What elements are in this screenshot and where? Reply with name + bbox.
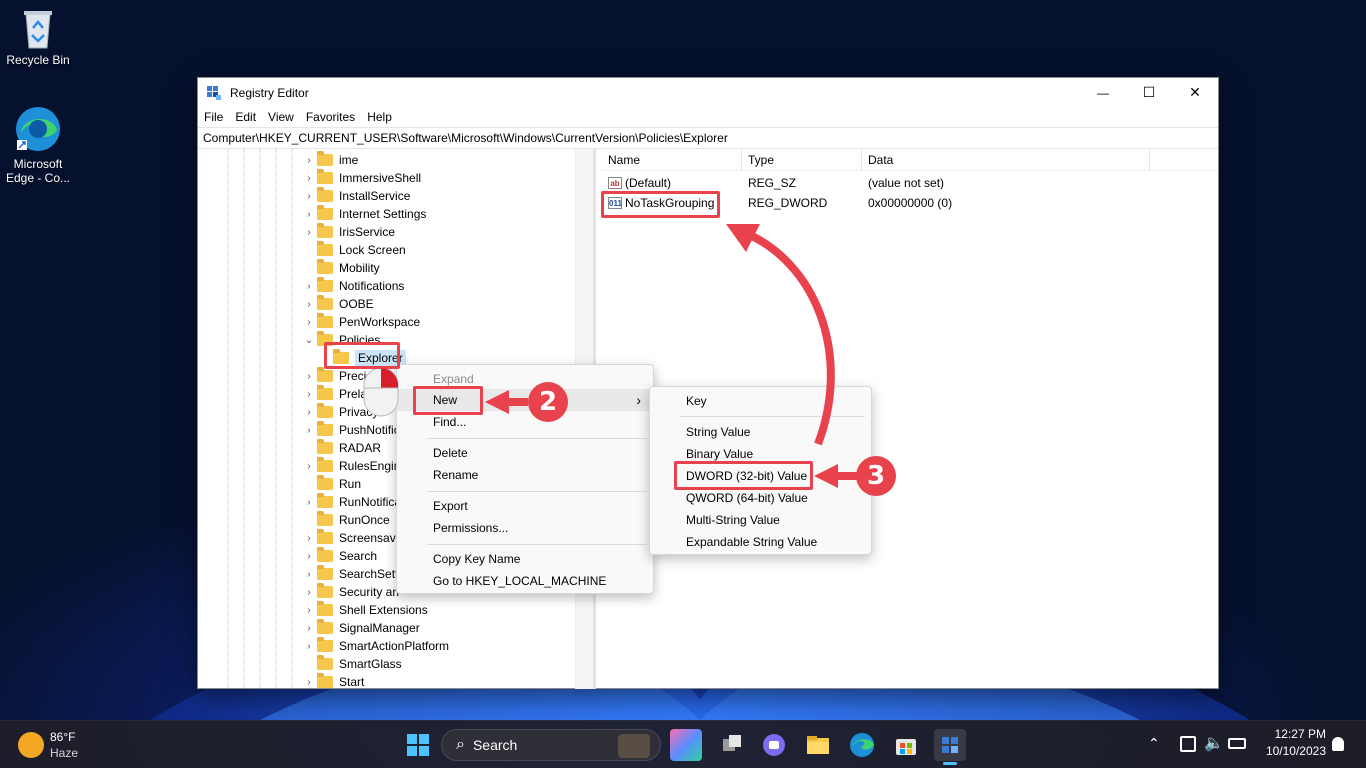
regedit-taskbar-icon[interactable]: [934, 729, 966, 765]
weather-sun-icon: [18, 732, 44, 758]
step-3-badge: 3: [856, 456, 896, 496]
taskbar-search-box[interactable]: ⌕ Search: [441, 729, 661, 761]
taskbar: 86°F Haze ⌕ Search ⌃ 🔈 12:27 PM 10/10/20…: [0, 720, 1366, 768]
teams-chat-icon[interactable]: [758, 729, 790, 761]
search-highlight-image: [618, 734, 650, 758]
task-view-icon[interactable]: [716, 729, 748, 761]
battery-icon[interactable]: [1228, 738, 1246, 749]
search-label: Search: [472, 737, 518, 753]
notification-bell-icon[interactable]: [1332, 737, 1344, 751]
pen-tray-icon[interactable]: [1180, 736, 1196, 752]
weather-condition: Haze: [50, 746, 79, 760]
active-app-indicator: [943, 762, 957, 765]
weather-temp: 86°F: [50, 730, 76, 744]
start-button[interactable]: [402, 729, 434, 761]
store-icon[interactable]: [890, 729, 922, 761]
windows-logo-icon: [407, 734, 429, 756]
tray-overflow-icon[interactable]: ⌃: [1148, 735, 1160, 752]
step-2-badge: 2: [528, 382, 568, 422]
file-explorer-icon[interactable]: [802, 729, 834, 761]
copilot-icon[interactable]: [670, 729, 702, 761]
clock[interactable]: 12:27 PM 10/10/2023: [1258, 727, 1326, 758]
annotation-arrows: [485, 224, 857, 488]
clock-time: 12:27 PM: [1274, 727, 1326, 741]
volume-icon[interactable]: 🔈: [1204, 733, 1224, 753]
clock-date: 10/10/2023: [1265, 744, 1326, 758]
search-icon: ⌕: [456, 736, 465, 753]
edge-taskbar-icon[interactable]: [846, 729, 878, 761]
weather-widget[interactable]: 86°F Haze: [14, 729, 104, 761]
